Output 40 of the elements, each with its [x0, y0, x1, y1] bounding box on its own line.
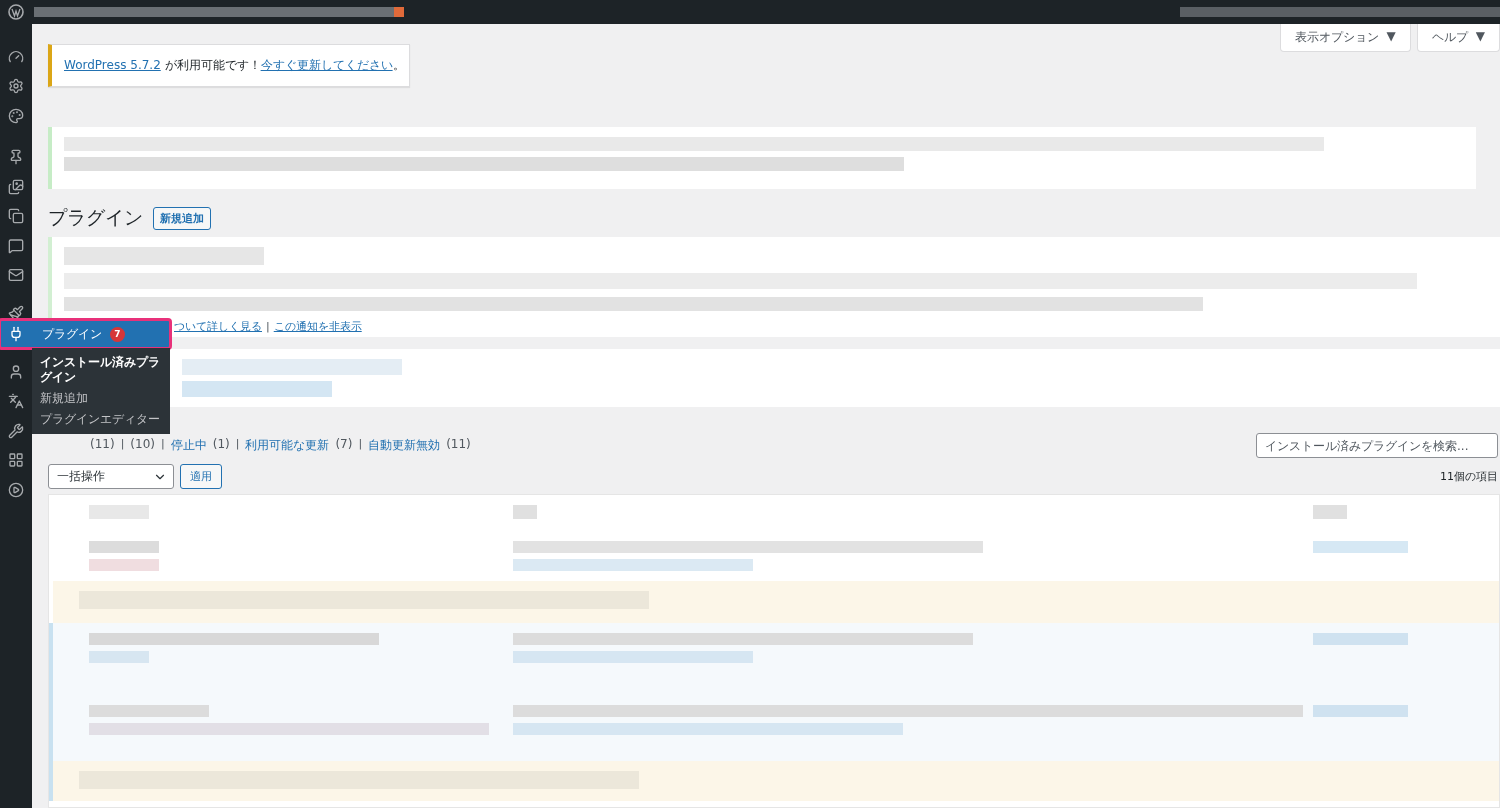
page-title: プラグイン	[48, 205, 143, 230]
item-count: 11個の項目	[1440, 469, 1499, 484]
notice-text: が利用可能です！	[163, 58, 261, 72]
screen-tab[interactable]: ヘルプ ▼	[1416, 24, 1500, 52]
submenu-item[interactable]: 新規追加	[32, 388, 170, 409]
filter-count: (10)	[130, 437, 155, 453]
filter-count: (7)	[335, 437, 353, 453]
separator: |	[120, 437, 125, 452]
separator: |	[358, 437, 363, 452]
filter-count: (1)	[212, 437, 230, 453]
learn-more-link[interactable]: ついて詳しく見る	[174, 319, 262, 334]
update-now-link[interactable]: 今すぐ更新してください	[260, 58, 393, 72]
plugins-menu-item[interactable]: プラグイン 7	[0, 320, 170, 348]
add-new-button[interactable]: 新規追加	[153, 206, 211, 230]
filter-count: (11)	[446, 437, 471, 453]
separator: |	[235, 437, 240, 452]
plug-icon	[8, 326, 24, 342]
dismiss-link[interactable]: この通知を非表示	[273, 319, 362, 334]
update-count-badge: 7	[110, 326, 125, 342]
filter-link[interactable]: 利用可能な更新	[245, 437, 330, 454]
notice-end: 。	[392, 58, 405, 72]
separator: |	[266, 320, 270, 333]
screen-tab[interactable]: 表示オプション ▼	[1279, 24, 1411, 52]
filter-link[interactable]: 自動更新無効	[368, 437, 441, 454]
apply-button[interactable]: 適用	[180, 464, 222, 489]
filter-count: (11)	[90, 437, 115, 453]
search-field[interactable]: インストール済みプラグインを検索...	[1256, 433, 1498, 458]
submenu-item[interactable]: プラグインエディター	[32, 409, 170, 430]
filter-link[interactable]: 停止中	[170, 437, 207, 454]
submenu-item[interactable]: インストール済みプラグイン	[32, 352, 170, 388]
wordpress-logo-icon[interactable]	[8, 4, 24, 20]
separator: |	[161, 437, 165, 452]
blurred-content	[89, 559, 159, 571]
blurred-content	[513, 505, 537, 519]
blurred-content	[89, 651, 149, 663]
blurred-content	[1313, 505, 1347, 519]
version-link[interactable]: WordPress 5.7.2	[64, 58, 161, 72]
menu-label: プラグイン	[42, 325, 102, 343]
bulk-action-select[interactable]: 一括操作	[48, 464, 174, 489]
blurred-content	[89, 541, 159, 553]
